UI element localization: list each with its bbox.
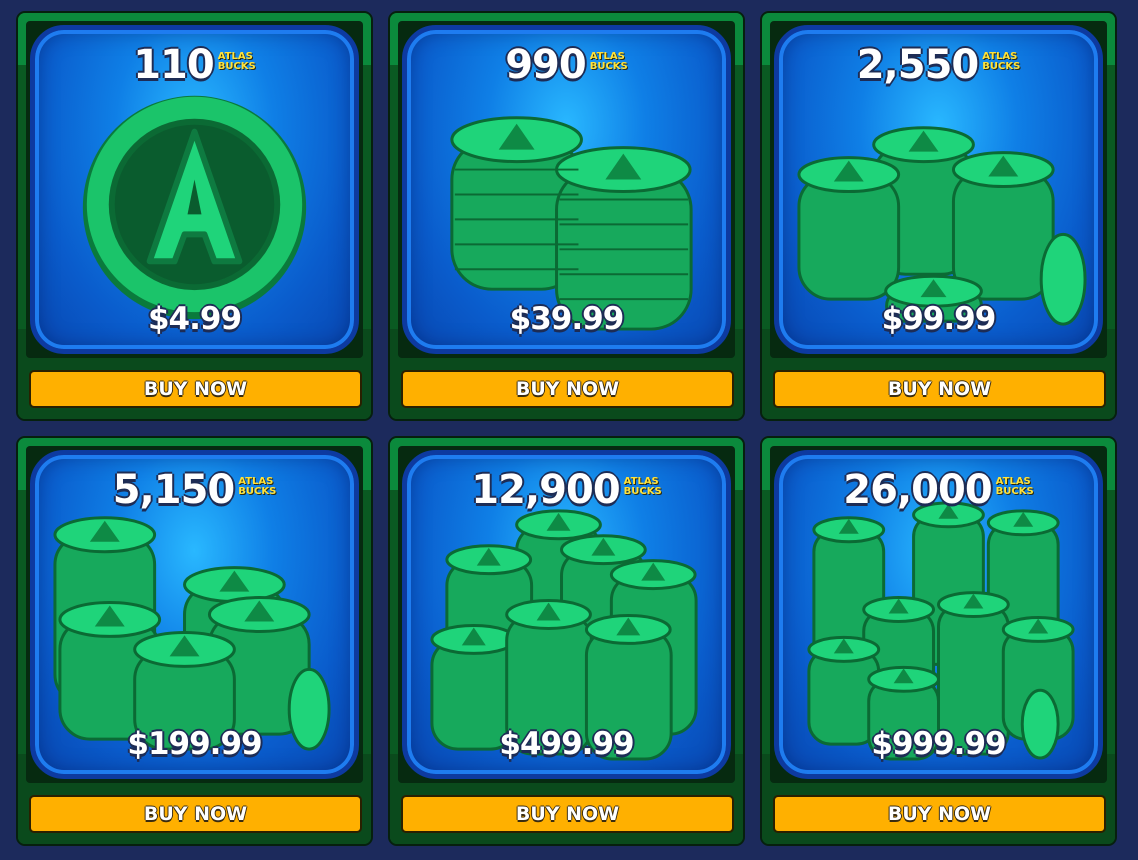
currency-label-line2: BUCKS: [623, 486, 662, 497]
buy-now-button[interactable]: BUY NOW: [773, 370, 1106, 408]
currency-label: ATLAS BUCKS: [218, 52, 256, 72]
pack-amount: 2,550: [856, 42, 980, 88]
pack-price: $99.99: [881, 301, 997, 337]
pack-tile: 5,150 ATLAS BUCKS $199.99: [30, 450, 359, 779]
pack-tile-frame: 12,900 ATLAS BUCKS $499.99: [398, 446, 735, 783]
pack-tile: 12,900 ATLAS BUCKS $499.99: [402, 450, 731, 779]
buy-now-button[interactable]: BUY NOW: [773, 795, 1106, 833]
pack-card[interactable]: 2,550 ATLAS BUCKS $99.99 BUY NOW: [760, 11, 1117, 421]
pack-price: $4.99: [147, 301, 242, 337]
pack-amount: 110: [133, 42, 214, 88]
currency-label-line2: BUCKS: [217, 61, 256, 72]
currency-label: ATLAS BUCKS: [982, 52, 1020, 72]
pack-amount-row: 990 ATLAS BUCKS: [407, 42, 726, 88]
pack-tile-frame: 110 ATLAS BUCKS $4.99: [26, 21, 363, 358]
currency-label-line2: BUCKS: [238, 486, 277, 497]
pack-tile: 110 ATLAS BUCKS $4.99: [30, 25, 359, 354]
pack-tile: 26,000 ATLAS BUCKS $999.99: [774, 450, 1103, 779]
pack-tile-frame: 2,550 ATLAS BUCKS $99.99: [770, 21, 1107, 358]
currency-label-line2: BUCKS: [995, 486, 1034, 497]
pack-amount: 5,150: [112, 467, 236, 513]
pack-price: $199.99: [127, 726, 262, 762]
pack-tile-frame: 990 ATLAS BUCKS $39.99: [398, 21, 735, 358]
pack-amount-row: 2,550 ATLAS BUCKS: [779, 42, 1098, 88]
pack-price: $39.99: [509, 301, 625, 337]
currency-label: ATLAS BUCKS: [238, 477, 276, 497]
store-grid: 110 ATLAS BUCKS $4.99 BUY NOW 990 ATLAS …: [0, 0, 1138, 860]
pack-amount-row: 5,150 ATLAS BUCKS: [35, 467, 354, 513]
pack-price: $499.99: [499, 726, 634, 762]
pack-tile: 990 ATLAS BUCKS $39.99: [402, 25, 731, 354]
pack-price: $999.99: [871, 726, 1006, 762]
pack-card[interactable]: 5,150 ATLAS BUCKS $199.99 BUY NOW: [16, 436, 373, 846]
pack-tile-frame: 5,150 ATLAS BUCKS $199.99: [26, 446, 363, 783]
currency-label: ATLAS BUCKS: [624, 477, 662, 497]
buy-now-button[interactable]: BUY NOW: [401, 795, 734, 833]
buy-now-button[interactable]: BUY NOW: [29, 370, 362, 408]
pack-amount: 990: [505, 42, 586, 88]
pack-amount-row: 110 ATLAS BUCKS: [35, 42, 354, 88]
pack-amount: 26,000: [843, 467, 992, 513]
currency-label: ATLAS BUCKS: [996, 477, 1034, 497]
currency-label: ATLAS BUCKS: [590, 52, 628, 72]
pack-card[interactable]: 26,000 ATLAS BUCKS $999.99 BUY NOW: [760, 436, 1117, 846]
pack-card[interactable]: 110 ATLAS BUCKS $4.99 BUY NOW: [16, 11, 373, 421]
pack-amount-row: 26,000 ATLAS BUCKS: [779, 467, 1098, 513]
buy-now-button[interactable]: BUY NOW: [29, 795, 362, 833]
pack-tile: 2,550 ATLAS BUCKS $99.99: [774, 25, 1103, 354]
currency-label-line2: BUCKS: [982, 61, 1021, 72]
pack-amount: 12,900: [471, 467, 620, 513]
pack-amount-row: 12,900 ATLAS BUCKS: [407, 467, 726, 513]
buy-now-button[interactable]: BUY NOW: [401, 370, 734, 408]
pack-card[interactable]: 990 ATLAS BUCKS $39.99 BUY NOW: [388, 11, 745, 421]
currency-label-line2: BUCKS: [589, 61, 628, 72]
pack-card[interactable]: 12,900 ATLAS BUCKS $499.99 BUY NOW: [388, 436, 745, 846]
pack-tile-frame: 26,000 ATLAS BUCKS $999.99: [770, 446, 1107, 783]
